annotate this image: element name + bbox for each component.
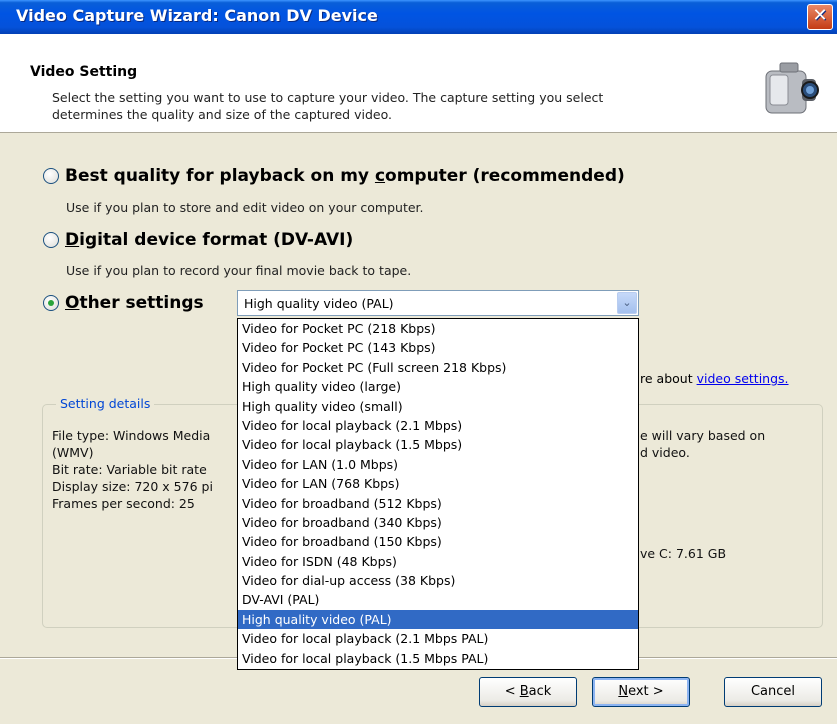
next-button[interactable]: Next > [592, 677, 690, 707]
dropdown-option[interactable]: High quality video (small) [238, 397, 638, 416]
learn-more-text: re about video settings. [640, 371, 789, 386]
close-button[interactable]: ✕ [807, 4, 833, 30]
radio-button[interactable] [43, 232, 59, 248]
cancel-button[interactable]: Cancel [724, 677, 822, 707]
details-line: Display size: 720 x 576 pi [52, 479, 213, 494]
option-label: Digital device format (DV-AVI) [65, 230, 354, 250]
details-line: (WMV) [52, 445, 94, 460]
dropdown-option[interactable]: Video for Pocket PC (218 Kbps) [238, 319, 638, 338]
dropdown-option[interactable]: Video for ISDN (48 Kbps) [238, 552, 638, 571]
other-settings-select[interactable]: High quality video (PAL) ⌄ [237, 290, 639, 316]
close-icon: ✕ [812, 5, 828, 26]
title-bar: Video Capture Wizard: Canon DV Device ✕ [0, 0, 837, 34]
dropdown-option[interactable]: Video for LAN (1.0 Mbps) [238, 455, 638, 474]
details-line: Bit rate: Variable bit rate [52, 462, 207, 477]
dropdown-option[interactable]: Video for broadband (150 Kbps) [238, 532, 638, 551]
radio-digital-device-format[interactable]: Digital device format (DV-AVI) [43, 230, 353, 250]
dropdown-option[interactable]: Video for local playback (1.5 Mbps) [238, 435, 638, 454]
dropdown-option[interactable]: High quality video (PAL) [238, 609, 638, 630]
option-label: Other settings [65, 293, 204, 313]
window-title: Video Capture Wizard: Canon DV Device [16, 6, 378, 25]
details-line: File type: Windows Media [52, 428, 211, 443]
radio-button[interactable] [43, 168, 59, 184]
dropdown-option[interactable]: Video for Pocket PC (143 Kbps) [238, 338, 638, 357]
page-title: Video Setting [30, 64, 138, 80]
radio-button[interactable] [43, 295, 59, 311]
wizard-header: Video Setting Select the setting you wan… [0, 34, 837, 133]
learn-more-prefix: re about [640, 371, 697, 386]
back-button[interactable]: < Back [479, 677, 577, 707]
dropdown-option[interactable]: Video for broadband (340 Kbps) [238, 513, 638, 532]
select-value: High quality video (PAL) [244, 296, 394, 311]
page-description-line: Select the setting you want to use to ca… [52, 90, 604, 105]
dropdown-option[interactable]: High quality video (large) [238, 377, 638, 396]
dropdown-option[interactable]: DV-AVI (PAL) [238, 590, 638, 609]
dropdown-option[interactable]: Video for local playback (1.5 Mbps PAL) [238, 649, 638, 668]
page-description: Select the setting you want to use to ca… [52, 89, 732, 123]
page-description-line: determines the quality and size of the c… [52, 107, 392, 122]
estimate-line: d video. [640, 445, 690, 460]
dropdown-option[interactable]: Video for local playback (2.1 Mbps PAL) [238, 629, 638, 648]
chevron-down-icon[interactable]: ⌄ [617, 292, 637, 314]
drive-space-text: ve C: 7.61 GB [640, 546, 727, 561]
setting-details-label: Setting details [56, 396, 155, 411]
settings-dropdown-list[interactable]: Video for Pocket PC (218 Kbps) Video for … [237, 318, 639, 670]
dropdown-option[interactable]: Video for local playback (2.1 Mbps) [238, 416, 638, 435]
option-label: Best quality for playback on my computer… [65, 166, 625, 186]
estimate-text: e will vary based on d video. [640, 427, 765, 461]
setting-details-text: File type: Windows Media (WMV) Bit rate:… [52, 427, 242, 512]
estimate-line: e will vary based on [640, 428, 766, 443]
radio-best-quality[interactable]: Best quality for playback on my computer… [43, 166, 625, 186]
dropdown-option[interactable]: Video for LAN (768 Kbps) [238, 474, 638, 493]
video-settings-link[interactable]: video settings. [697, 371, 789, 386]
radio-other-settings[interactable]: Other settings [43, 293, 204, 313]
option-description: Use if you plan to record your final mov… [66, 263, 412, 278]
dropdown-option[interactable]: Video for Pocket PC (Full screen 218 Kbp… [238, 358, 638, 377]
details-line: Frames per second: 25 [52, 496, 195, 511]
camcorder-icon [765, 62, 819, 114]
dropdown-option[interactable]: Video for dial-up access (38 Kbps) [238, 571, 638, 590]
option-description: Use if you plan to store and edit video … [66, 200, 424, 215]
dropdown-option[interactable]: Video for broadband (512 Kbps) [238, 494, 638, 513]
